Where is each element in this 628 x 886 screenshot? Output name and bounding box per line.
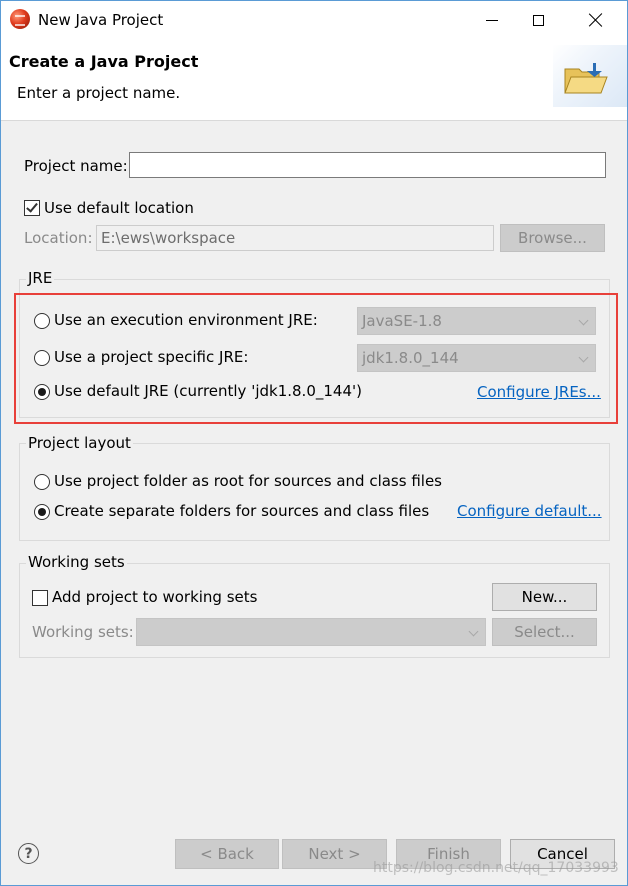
radio-project-folder-root[interactable] <box>34 474 50 490</box>
new-folder-icon <box>564 63 608 94</box>
dialog-window: New Java Project Create a Java Project E… <box>0 0 628 886</box>
working-sets-label: Working sets: <box>32 623 134 641</box>
back-button[interactable]: < Back <box>175 839 279 869</box>
use-default-location-checkbox[interactable] <box>24 200 40 216</box>
chevron-down-icon <box>468 626 479 637</box>
add-to-working-sets-checkbox[interactable] <box>32 590 48 606</box>
minimize-button[interactable] <box>469 1 515 39</box>
radio-default-jre[interactable] <box>34 384 50 400</box>
add-to-working-sets-label: Add project to working sets <box>52 588 258 606</box>
execution-env-combo[interactable]: JavaSE-1.8 <box>357 307 596 335</box>
radio-project-specific-jre[interactable] <box>34 350 50 366</box>
window-title: New Java Project <box>38 11 164 29</box>
working-sets-group-title: Working sets <box>26 553 127 571</box>
use-default-location-label: Use default location <box>44 199 194 217</box>
project-layout-group-title: Project layout <box>26 434 133 452</box>
execution-env-value: JavaSE-1.8 <box>362 312 442 330</box>
title-bar[interactable]: New Java Project <box>1 1 627 39</box>
project-specific-jre-label: Use a project specific JRE: <box>54 348 249 366</box>
working-sets-combo[interactable] <box>136 618 486 646</box>
project-specific-jre-combo[interactable]: jdk1.8.0_144 <box>357 344 596 372</box>
new-working-set-button[interactable]: New... <box>492 583 597 611</box>
location-input[interactable]: E:\ews\workspace <box>96 225 494 251</box>
wizard-banner: Create a Java Project Enter a project na… <box>1 39 627 121</box>
configure-default-link[interactable]: Configure default... <box>457 502 602 520</box>
checkmark-icon <box>26 200 38 213</box>
maximize-button[interactable] <box>515 1 561 39</box>
jre-group-title: JRE <box>26 269 55 287</box>
minimize-icon <box>486 19 498 21</box>
maximize-icon <box>532 14 544 26</box>
configure-jres-link[interactable]: Configure JREs... <box>477 383 601 401</box>
project-specific-jre-value: jdk1.8.0_144 <box>362 349 459 367</box>
location-label: Location: <box>24 229 93 247</box>
close-button[interactable] <box>573 1 619 39</box>
separate-folders-label: Create separate folders for sources and … <box>54 502 430 520</box>
banner-image <box>553 45 627 107</box>
next-button[interactable]: Next > <box>282 839 387 869</box>
execution-env-jre-label: Use an execution environment JRE: <box>54 311 318 329</box>
chevron-down-icon <box>578 315 589 326</box>
select-working-sets-button[interactable]: Select... <box>492 618 597 646</box>
default-jre-label: Use default JRE (currently 'jdk1.8.0_144… <box>54 382 362 400</box>
banner-description: Enter a project name. <box>17 84 181 102</box>
watermark-text: https://blog.csdn.net/qq_17033993 <box>373 860 619 876</box>
banner-title: Create a Java Project <box>9 52 199 71</box>
radio-execution-env-jre[interactable] <box>34 313 50 329</box>
radio-separate-folders[interactable] <box>34 504 50 520</box>
chevron-down-icon <box>578 352 589 363</box>
browse-button[interactable]: Browse... <box>500 224 605 252</box>
project-name-label: Project name: <box>24 157 128 175</box>
close-icon <box>589 13 603 27</box>
eclipse-app-icon <box>10 9 30 29</box>
project-folder-root-label: Use project folder as root for sources a… <box>54 472 442 490</box>
project-layout-group <box>19 443 610 541</box>
help-icon[interactable]: ? <box>18 843 39 864</box>
project-name-input[interactable] <box>129 152 606 178</box>
